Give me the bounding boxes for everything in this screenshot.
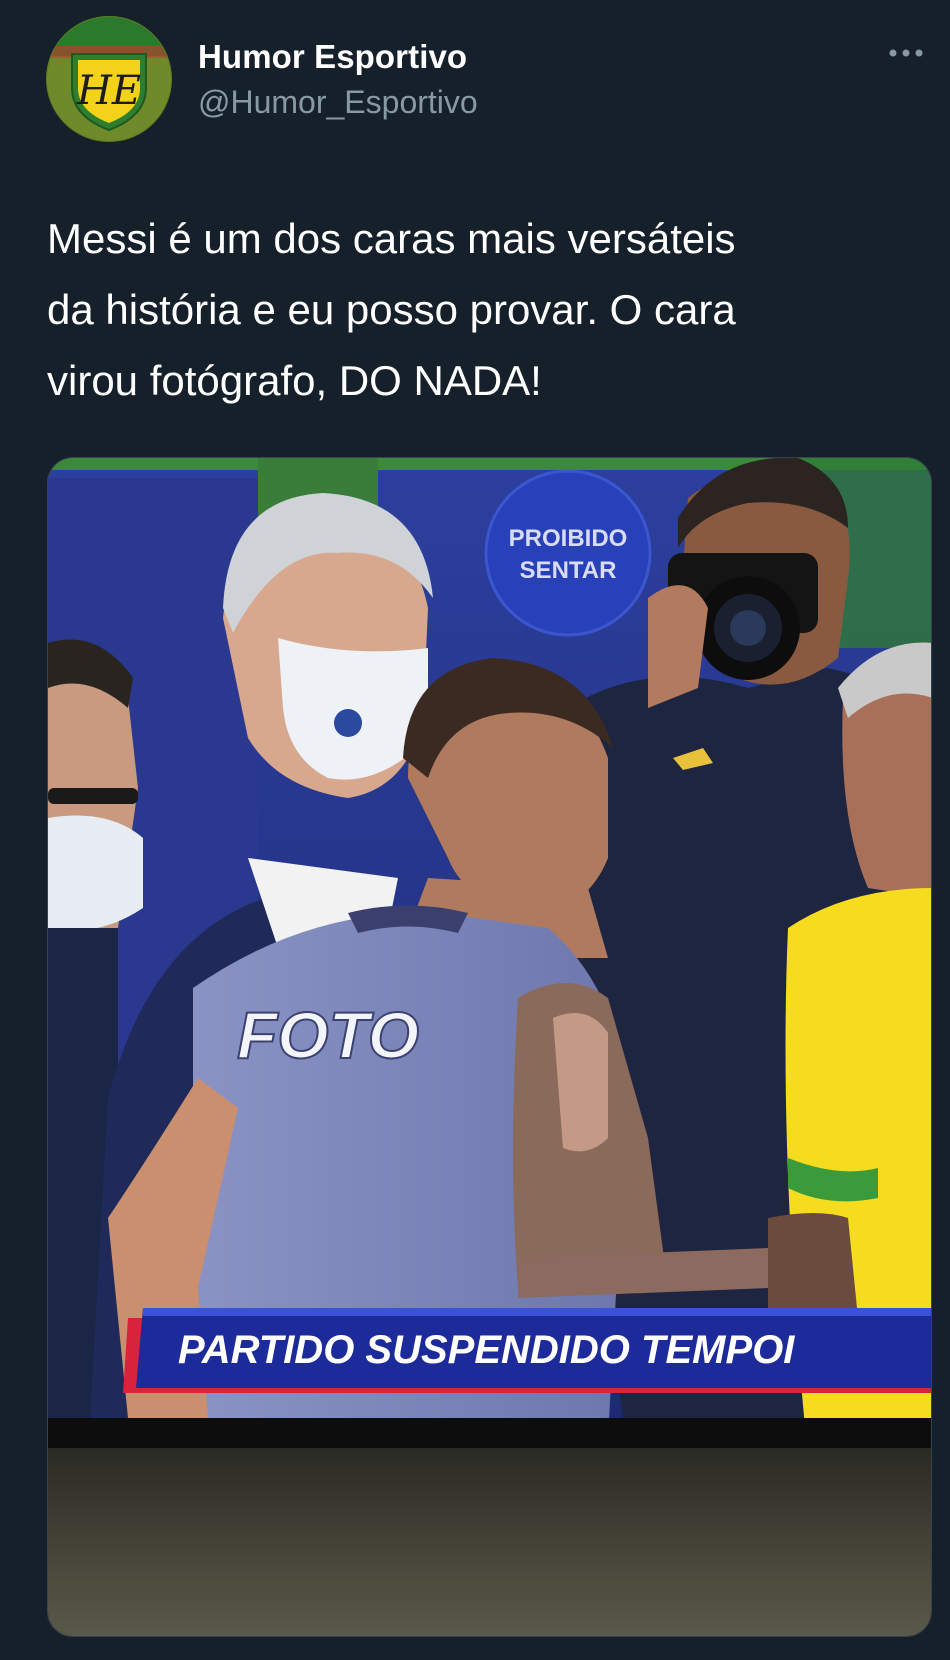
tweet-text: Messi é um dos caras mais versáteis da h… — [47, 203, 927, 416]
tweet-card: HE Humor Esportivo @Humor_Esportivo Mess… — [0, 0, 950, 1660]
sign-text-line: SENTAR — [520, 557, 617, 584]
tweet-media-photo[interactable]: PROIBIDO SENTAR FOTO PARTIDO SUSPENDIDO … — [47, 457, 932, 1637]
author-handle[interactable]: @Humor_Esportivo — [198, 84, 478, 121]
more-button[interactable] — [884, 38, 928, 68]
tweet-text-line: virou fotógrafo, DO NADA! — [47, 357, 542, 404]
tv-screen-photo: PROIBIDO SENTAR FOTO PARTIDO SUSPENDIDO … — [48, 458, 931, 1636]
sign-text-line: PROIBIDO — [509, 525, 628, 552]
avatar-monogram: HE — [76, 68, 141, 114]
tweet-text-line: da história e eu posso provar. O cara — [47, 286, 736, 333]
vest-text: FOTO — [237, 998, 419, 1072]
tweet-text-line: Messi é um dos caras mais versáteis — [47, 215, 736, 262]
humor-esportivo-shield-logo-icon: HE — [46, 16, 172, 142]
news-banner-text: PARTIDO SUSPENDIDO TEMPOI — [178, 1328, 795, 1372]
more-dots-icon — [889, 49, 923, 57]
author-display-name[interactable]: Humor Esportivo — [198, 38, 467, 76]
avatar[interactable]: HE — [46, 16, 172, 142]
